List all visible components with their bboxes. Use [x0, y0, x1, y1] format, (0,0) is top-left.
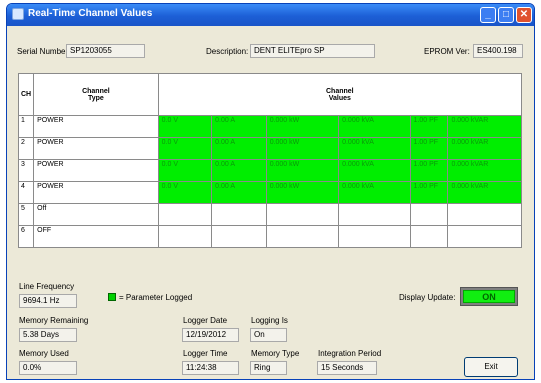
channel-value-cell [265, 203, 340, 226]
channel-value-cell [338, 225, 411, 248]
channel-number-cell: 4 [17, 181, 35, 204]
channel-value-cell [409, 225, 449, 248]
table-row: 2 POWER 0.0 V 0.00 A 0.000 kW 0.000 kVA 1.00 P… [17, 137, 522, 160]
minimize-button[interactable]: _ [480, 7, 496, 23]
parameter-logged-legend-text: = Parameter Logged [119, 293, 193, 302]
channel-type-cell[interactable]: Off [33, 203, 159, 226]
channel-value-cell: 0.00 A [211, 137, 267, 160]
memory-type-field: Ring [250, 361, 287, 375]
channel-type-cell[interactable]: POWER [33, 115, 159, 138]
channel-value-cell: 1.00 PF [409, 137, 449, 160]
logger-time-field: 11:24:38 [182, 361, 239, 375]
channel-value-cell: 0.000 kVA [338, 181, 411, 204]
col-header-channel-values: Channel Values [157, 73, 523, 116]
line-frequency-label: Line Frequency [19, 282, 75, 291]
channel-value-cell: 0.000 kVAR [447, 181, 522, 204]
col-header-values-line1: Channel [326, 87, 354, 95]
channel-value-cell [447, 203, 522, 226]
table-header-row: CH Channel Type Channel Values [17, 73, 523, 116]
channel-type-cell[interactable]: POWER [33, 137, 159, 160]
line-frequency-field: 9694.1 Hz [19, 294, 77, 308]
channel-value-cell [265, 225, 340, 248]
display-update-frame: ON [460, 287, 518, 306]
channel-value-cell: 0.0 V [157, 181, 213, 204]
exit-button[interactable]: Exit [464, 357, 518, 377]
channel-rows: 1 POWER 0.0 V 0.00 A 0.000 kW 0.000 kVA 1.00 P… [17, 115, 522, 248]
channel-value-cell: 1.00 PF [409, 181, 449, 204]
channel-value-cell: 1.00 PF [409, 159, 449, 182]
parameter-logged-legend-swatch [108, 293, 116, 301]
logger-date-field: 12/19/2012 [182, 328, 239, 342]
close-button[interactable]: ✕ [516, 7, 532, 23]
channel-value-cell: 1.00 PF [409, 115, 449, 138]
memory-type-label: Memory Type [251, 349, 300, 358]
channel-value-cell: 0.000 kVAR [447, 159, 522, 182]
channel-value-cell: 0.00 A [211, 181, 267, 204]
memory-used-field: 0.0% [19, 361, 77, 375]
table-row: 1 POWER 0.0 V 0.00 A 0.000 kW 0.000 kVA 1.00 P… [17, 115, 522, 138]
title-bar[interactable]: Real-Time Channel Values _ □ ✕ [7, 4, 534, 26]
channel-value-cell [211, 225, 267, 248]
channel-type-cell[interactable]: POWER [33, 181, 159, 204]
eprom-version-label: EPROM Ver: [424, 47, 470, 56]
description-label: Description: [206, 47, 249, 56]
channel-value-cell: 0.000 kVA [338, 137, 411, 160]
channel-value-cell: 0.0 V [157, 137, 213, 160]
channel-value-cell [211, 203, 267, 226]
channel-value-cell: 0.000 kW [265, 159, 340, 182]
col-header-channel-type: Channel Type [33, 73, 159, 116]
channel-value-cell: 0.000 kW [265, 115, 340, 138]
logging-is-label: Logging Is [251, 316, 288, 325]
channel-number-cell: 3 [17, 159, 35, 182]
display-update-label: Display Update: [399, 293, 456, 302]
serial-number-label: Serial Number: [17, 47, 71, 56]
channel-number-cell: 5 [17, 203, 35, 226]
real-time-channel-values-window: Real-Time Channel Values _ □ ✕ Serial Nu… [6, 3, 535, 380]
channel-value-cell: 0.000 kVA [338, 115, 411, 138]
memory-remaining-field: 5.38 Days [19, 328, 77, 342]
logger-date-label: Logger Date [183, 316, 228, 325]
channel-value-cell: 0.000 kW [265, 137, 340, 160]
channel-value-cell: 0.000 kVA [338, 159, 411, 182]
channel-value-cell [409, 203, 449, 226]
channel-number-cell: 2 [17, 137, 35, 160]
logging-is-field: On [250, 328, 287, 342]
channel-type-cell[interactable]: OFF [33, 225, 159, 248]
channel-table: CH Channel Type Channel Values 1 POWER 0.0… [17, 73, 523, 248]
serial-number-field: SP1203055 [66, 44, 145, 58]
table-row: 5 Off [17, 203, 522, 226]
channel-number-cell: 1 [17, 115, 35, 138]
channel-value-cell: 0.000 kW [265, 181, 340, 204]
display-update-toggle[interactable]: ON [463, 290, 515, 303]
channel-value-cell [447, 225, 522, 248]
channel-value-cell: 0.0 V [157, 115, 213, 138]
channel-value-cell [157, 225, 213, 248]
description-field: DENT ELITEpro SP [250, 44, 375, 58]
table-row: 3 POWER 0.0 V 0.00 A 0.000 kW 0.000 kVA 1.00 P… [17, 159, 522, 182]
channel-value-cell: 0.00 A [211, 115, 267, 138]
integration-period-label: Integration Period [318, 349, 382, 358]
memory-used-label: Memory Used [19, 349, 69, 358]
col-header-ch: CH [17, 73, 35, 116]
channel-value-cell: 0.000 kVAR [447, 115, 522, 138]
memory-remaining-label: Memory Remaining [19, 316, 89, 325]
table-row: 6 OFF [17, 225, 522, 248]
channel-value-cell [338, 203, 411, 226]
col-header-type-line2: Type [87, 94, 104, 102]
window-title: Real-Time Channel Values [28, 8, 153, 19]
integration-period-field: 15 Seconds [317, 361, 377, 375]
channel-value-cell: 0.00 A [211, 159, 267, 182]
eprom-version-field: ES400.198 [473, 44, 523, 58]
channel-value-cell: 0.000 kVAR [447, 137, 522, 160]
maximize-button[interactable]: □ [498, 7, 514, 23]
channel-value-cell: 0.0 V [157, 159, 213, 182]
channel-type-cell[interactable]: POWER [33, 159, 159, 182]
app-icon [12, 8, 24, 20]
col-header-type-line1: Channel [82, 87, 110, 95]
channel-value-cell [157, 203, 213, 226]
table-row: 4 POWER 0.0 V 0.00 A 0.000 kW 0.000 kVA 1.00 P… [17, 181, 522, 204]
channel-number-cell: 6 [17, 225, 35, 248]
logger-time-label: Logger Time [183, 349, 228, 358]
col-header-values-line2: Values [328, 94, 351, 102]
